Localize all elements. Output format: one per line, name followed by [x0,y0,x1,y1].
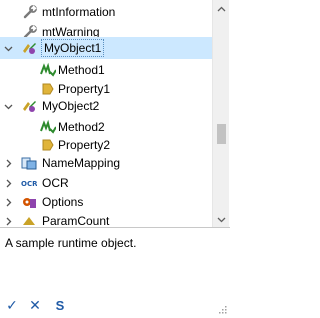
tree-item-myobject2[interactable]: MyObject2 [0,95,212,117]
s-button[interactable]: S [52,294,68,316]
wrench-icon [22,4,38,20]
tree-item-myobject1[interactable]: MyObject1 [0,37,212,59]
tree-item-label: Options [42,195,84,209]
property-icon [40,137,56,153]
tree-item-paramcount[interactable]: ParamCount [0,210,212,228]
scroll-down-arrow-icon[interactable] [213,211,230,227]
tree-item-label: MyObject1 [41,39,105,57]
svg-text:OCR: OCR [21,180,37,188]
method-icon [40,119,56,135]
options-icon [21,194,37,210]
description-text: A sample runtime object. [5,236,137,250]
completion-panel: mtInformation mtWarning MyObject1 Method… [0,0,230,318]
tree-item-label: Method1 [58,63,105,77]
scroll-up-arrow-icon[interactable] [213,0,230,17]
action-bar: ✓ ✕ S [0,294,230,316]
tree-item-label: NameMapping [42,156,121,170]
chevron-right-icon[interactable] [4,159,13,168]
object-icon [21,98,37,114]
ok-button[interactable]: ✓ [4,294,20,316]
checkmark-icon: ✓ [6,296,18,313]
chevron-right-icon[interactable] [4,217,13,226]
paramcount-icon [21,213,37,227]
tree-item-label: ParamCount [42,214,110,228]
tree-item-mtinformation[interactable]: mtInformation [0,1,212,23]
tree-item-label: OCR [42,176,69,190]
s-label: S [55,297,65,313]
chevron-right-icon[interactable] [4,198,13,207]
namemapping-icon [21,155,37,171]
tree-item-label: mtInformation [42,5,116,19]
tree-item-label: MyObject2 [42,99,100,113]
vertical-scrollbar[interactable] [212,0,230,227]
object-tree[interactable]: mtInformation mtWarning MyObject1 Method… [0,0,230,228]
object-icon [21,40,37,56]
ocr-icon: OCR [21,175,37,191]
close-icon: ✕ [29,296,41,313]
chevron-down-icon[interactable] [4,102,13,111]
method-icon [40,62,56,78]
chevron-down-icon[interactable] [4,44,13,53]
cancel-button[interactable]: ✕ [27,294,43,316]
resize-grip-icon[interactable] [217,303,227,314]
chevron-right-icon[interactable] [4,179,13,188]
tree-item-namemapping[interactable]: NameMapping [0,152,212,174]
scrollbar-thumb[interactable] [217,124,226,144]
